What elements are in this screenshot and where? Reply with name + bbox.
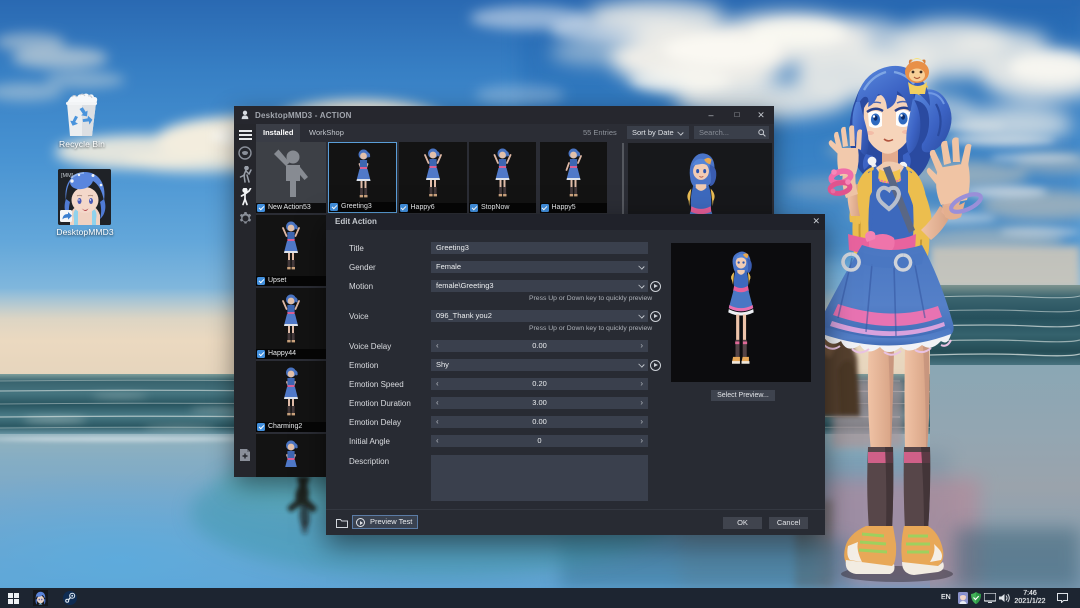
svg-text:[MM]: [MM]	[61, 173, 74, 179]
